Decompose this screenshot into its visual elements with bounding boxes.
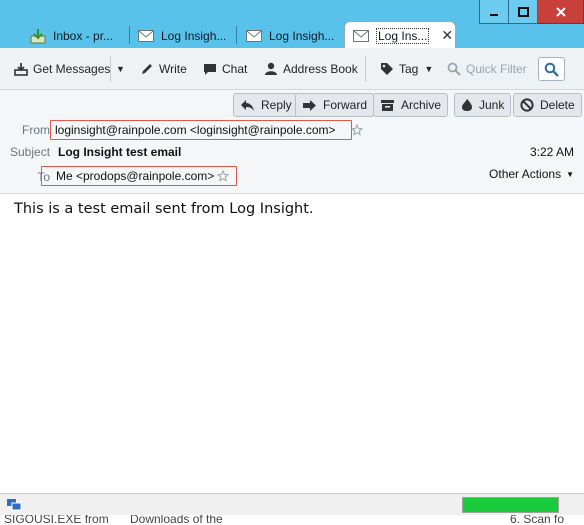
forward-label: Forward [323,98,368,112]
address-book-button[interactable]: Address Book [264,58,358,80]
chevron-down-icon: ▼ [424,64,434,74]
chat-bubble-icon [203,62,217,76]
toolbar-divider [110,56,111,82]
other-actions-menu[interactable]: Other Actions ▼ [489,167,574,181]
message-header: Reply Forward Archive Junk Delete From l… [0,90,584,194]
tab-divider [236,26,237,44]
subject-label: Subject [10,145,51,159]
star-icon[interactable] [351,124,363,136]
message-time: 3:22 AM [529,145,574,159]
envelope-icon [246,29,262,42]
desktop-text: SIGOUSI.EXE from [4,515,109,525]
progress-bar [462,497,559,513]
tab-log-insight-2[interactable]: Log Insigh... [238,23,344,48]
to-field[interactable]: Me <prodops@rainpole.com> [41,166,237,186]
address-book-label: Address Book [283,62,358,76]
desktop-text: Downloads of the [130,515,223,525]
quick-filter-button[interactable]: Quick Filter [447,58,527,80]
reply-button[interactable]: Reply [233,93,299,117]
tab-label: Log Insigh... [269,28,335,43]
close-icon [555,6,566,17]
tab-log-insight-1[interactable]: Log Insigh... [130,23,236,48]
tab-label: Log Insigh... [161,28,227,43]
star-icon[interactable] [217,170,230,182]
minimize-icon [490,13,498,16]
envelope-icon [353,29,369,42]
junk-label: Junk [479,98,505,112]
status-bar [0,493,584,515]
tab-close-icon[interactable]: ✕ [441,27,453,44]
tag-icon [380,62,394,76]
inbox-download-icon [30,28,46,44]
get-messages-dropdown[interactable]: ▼ [116,58,125,80]
delete-label: Delete [540,98,575,112]
archive-button[interactable]: Archive [373,93,449,117]
person-icon [264,62,278,76]
from-field[interactable]: loginsight@rainpole.com <loginsight@rain… [50,120,363,140]
chat-button[interactable]: Chat [203,58,247,80]
progress-fill [463,498,558,512]
get-messages-button[interactable]: Get Messages [14,58,110,80]
to-value: Me <prodops@rainpole.com> [56,169,215,183]
tab-strip: Inbox - pr... Log Insigh... Log Insigh..… [0,20,584,49]
chevron-down-icon: ▼ [566,169,574,179]
desktop-text: 6. Scan fo [510,515,565,525]
search-button[interactable] [538,57,565,81]
junk-button[interactable]: Junk [454,93,512,117]
toolbar-divider [365,56,366,82]
tab-label: Inbox - pr... [53,28,114,43]
search-icon [544,62,559,77]
subject-value: Log Insight test email [58,145,182,159]
quick-filter-label: Quick Filter [466,62,527,76]
tag-button[interactable]: Tag ▼ [380,58,433,80]
write-button[interactable]: Write [140,58,187,80]
maximize-icon [517,6,529,17]
reply-arrow-icon [240,99,255,112]
from-label: From [22,123,50,137]
other-actions-label: Other Actions [489,167,562,181]
get-messages-label: Get Messages [33,62,111,76]
chevron-down-icon: ▼ [116,64,125,74]
tab-label: Log Ins... [376,27,430,44]
tab-inbox[interactable]: Inbox - pr... [22,23,130,48]
download-tray-icon [14,62,28,76]
forward-button[interactable]: Forward [295,93,375,117]
flame-icon [461,98,473,112]
window-titlebar: Inbox - pr... Log Insigh... Log Insigh..… [0,0,584,49]
message-body: This is a test email sent from Log Insig… [14,201,314,217]
tab-log-insight-active[interactable]: Log Ins... ✕ [344,21,456,49]
archive-box-icon [380,99,395,112]
search-icon [447,62,461,76]
envelope-icon [138,29,154,42]
write-label: Write [159,62,187,76]
main-toolbar: Get Messages ▼ Write Chat Address Book T… [0,48,584,90]
chat-label: Chat [222,62,248,76]
desktop-background: SIGOUSI.EXE from Downloads of the 6. Sca… [0,515,584,525]
forward-arrow-icon [302,99,317,112]
no-entry-icon [520,98,534,112]
pencil-icon [140,62,154,76]
reply-label: Reply [261,98,292,112]
from-value: loginsight@rainpole.com <loginsight@rain… [55,123,336,137]
tag-label: Tag [399,62,419,76]
delete-button[interactable]: Delete [513,93,582,117]
network-status-icon[interactable] [6,498,22,512]
archive-label: Archive [401,98,442,112]
